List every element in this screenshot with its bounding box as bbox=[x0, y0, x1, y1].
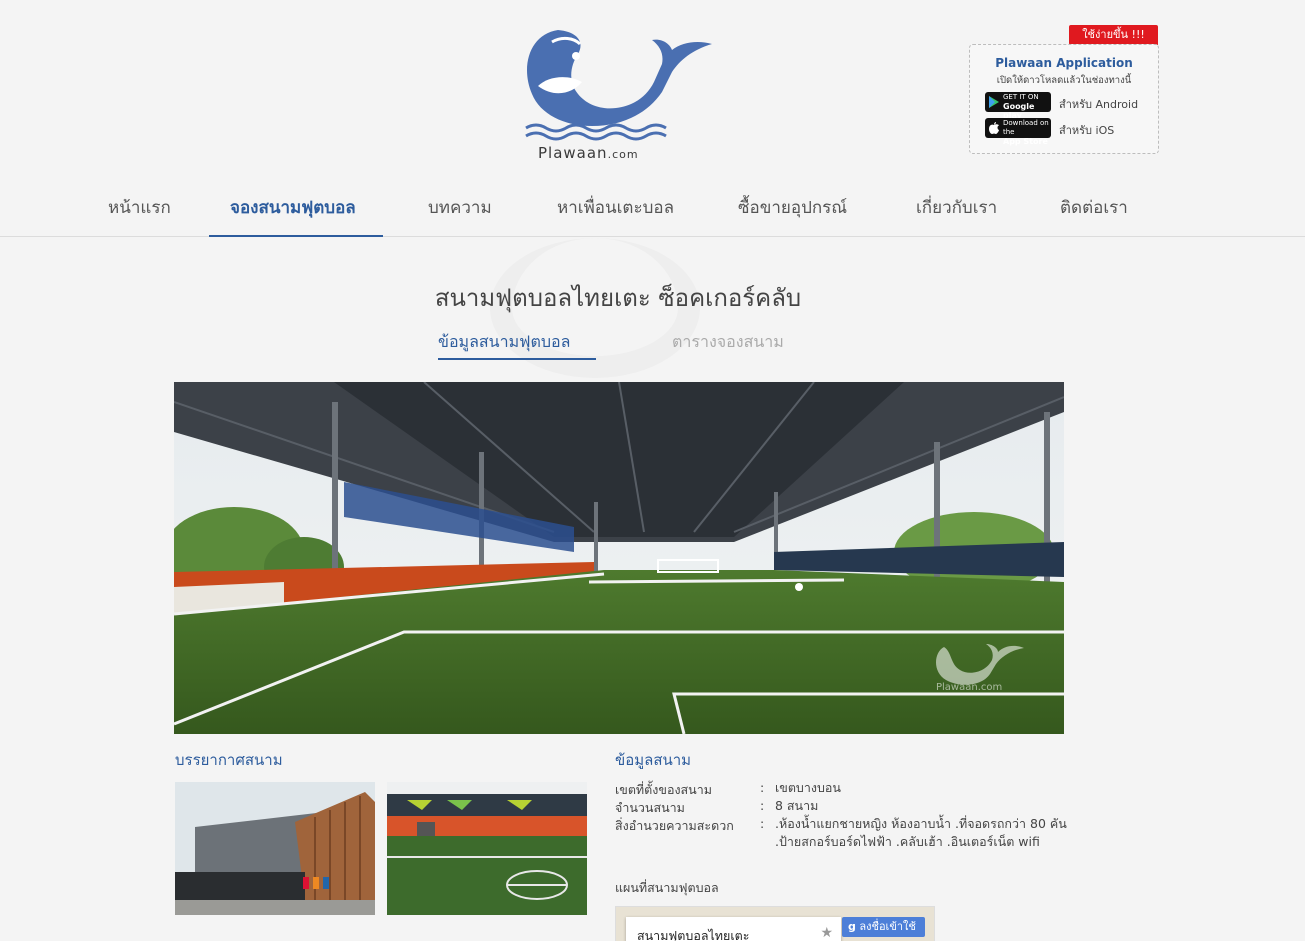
nav-item-contact[interactable]: ติดต่อเรา bbox=[1060, 194, 1128, 221]
field-hero-image: Plawaan.com bbox=[174, 382, 1064, 734]
google-play-badge-small: GET IT ON bbox=[1003, 93, 1039, 101]
whale-logo-icon bbox=[525, 30, 712, 141]
tab-active-indicator bbox=[438, 358, 596, 360]
nav-item-articles[interactable]: บทความ bbox=[428, 194, 492, 221]
info-colon: : bbox=[760, 798, 765, 813]
nav-active-indicator bbox=[209, 235, 383, 237]
nav-item-book-field[interactable]: จองสนามฟุตบอล bbox=[230, 194, 356, 221]
info-facilities-value: .ห้องน้ำแยกชายหญิง ห้องอาบน้ำ .ที่จอดรถก… bbox=[775, 816, 1067, 849]
app-store-badge-small: Download on the bbox=[1003, 119, 1049, 136]
app-promo-ribbon: ใช้ง่ายขึ้น !!! bbox=[1069, 25, 1158, 52]
nav-item-find-friends[interactable]: หาเพื่อนเตะบอล bbox=[557, 194, 674, 221]
map-signin-button[interactable]: g ลงชื่อเข้าใช้ bbox=[842, 917, 925, 937]
google-map[interactable]: สนามฟุตบอลไทยเตะ ★ g ลงชื่อเข้าใช้ bbox=[615, 906, 935, 941]
google-play-icon bbox=[989, 96, 999, 108]
android-label: สำหรับ Android bbox=[1059, 98, 1139, 111]
atmosphere-thumb-building[interactable] bbox=[175, 782, 375, 915]
app-promo-box: Plawaan Application เปิดให้ดาวโหลดแล้วใน… bbox=[969, 44, 1159, 154]
nav-item-home[interactable]: หน้าแรก bbox=[108, 194, 171, 221]
map-place-card[interactable]: สนามฟุตบอลไทยเตะ ★ bbox=[626, 917, 841, 941]
info-location-value: เขตบางบอน bbox=[775, 780, 841, 795]
info-location-label: เขตที่ตั้งของสนาม bbox=[615, 782, 712, 797]
google-play-row[interactable]: GET IT ON Google play สำหรับ Android bbox=[985, 92, 1155, 120]
app-promo-title: Plawaan Application bbox=[995, 56, 1133, 70]
page-title: สนามฟุตบอลไทยเตะ ซ็อคเกอร์คลับ bbox=[434, 284, 802, 312]
map-section-title: แผนที่สนามฟุตบอล bbox=[615, 880, 719, 895]
google-g-icon: g bbox=[848, 920, 856, 933]
map-signin-label: ลงชื่อเข้าใช้ bbox=[859, 920, 916, 933]
atmosphere-thumb-pitch[interactable] bbox=[387, 782, 587, 915]
google-play-badge[interactable]: GET IT ON Google play bbox=[985, 92, 1051, 120]
info-facilities-label: สิ่งอำนวยความสะดวก bbox=[615, 818, 734, 833]
info-colon: : bbox=[760, 780, 765, 795]
map-place-name: สนามฟุตบอลไทยเตะ bbox=[637, 928, 750, 941]
app-store-row[interactable]: Download on the App Store สำหรับ iOS bbox=[985, 118, 1155, 146]
app-store-badge[interactable]: Download on the App Store bbox=[985, 118, 1051, 146]
app-promo-subtitle: เปิดให้ดาวโหลดแล้วในช่องทางนี้ bbox=[996, 75, 1132, 86]
main-nav: หน้าแรก จองสนามฟุตบอล บทความ หาเพื่อนเตะ… bbox=[0, 180, 1305, 237]
ios-label: สำหรับ iOS bbox=[1059, 124, 1115, 137]
field-info-title: ข้อมูลสนาม bbox=[615, 751, 692, 769]
hero-watermark-text: Plawaan.com bbox=[936, 682, 1002, 693]
atmosphere-title: บรรยากาศสนาม bbox=[175, 751, 283, 769]
app-store-badge-big: App Store bbox=[1003, 137, 1048, 146]
apple-icon bbox=[989, 122, 999, 134]
site-logo[interactable]: Plawaan.com bbox=[522, 26, 716, 166]
info-colon: : bbox=[760, 816, 765, 831]
info-count-label: จำนวนสนาม bbox=[615, 800, 685, 815]
info-count-value: 8 สนาม bbox=[775, 798, 819, 813]
logo-wordmark: Plawaan.com bbox=[538, 144, 639, 162]
tab-field-info[interactable]: ข้อมูลสนามฟุตบอล bbox=[438, 330, 570, 355]
nav-item-marketplace[interactable]: ซื้อขายอุปกรณ์ bbox=[738, 194, 847, 221]
tab-booking-schedule[interactable]: ตารางจองสนาม bbox=[672, 330, 784, 355]
nav-item-about[interactable]: เกี่ยวกับเรา bbox=[916, 194, 997, 221]
star-icon[interactable]: ★ bbox=[820, 925, 833, 941]
